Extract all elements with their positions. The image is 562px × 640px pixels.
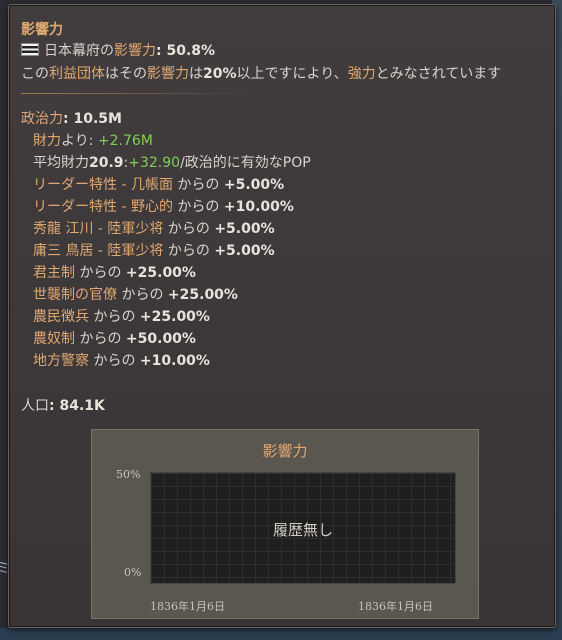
clout-value: : 10.5M bbox=[63, 111, 122, 127]
country-particle: の bbox=[100, 43, 114, 59]
modifier-name[interactable]: 秀龍 江川 - 陸軍少将 bbox=[33, 221, 163, 237]
modifier-row: 農民徴兵 からの +25.00% bbox=[33, 308, 210, 326]
note-text-e: とみなされています bbox=[375, 66, 502, 82]
no-history-text: 履歴無し bbox=[272, 521, 333, 539]
note-text-d: 以上ですにより、 bbox=[236, 66, 348, 82]
modifier-value: +5.00% bbox=[214, 221, 275, 237]
population-value: : 84.1K bbox=[49, 398, 105, 414]
modifier-value: +5.00% bbox=[214, 243, 275, 259]
x-axis-right-label: 1836年1月6日 bbox=[358, 600, 433, 613]
y-axis-bottom-label: 0% bbox=[124, 566, 142, 579]
x-axis-left-label: 1836年1月6日 bbox=[150, 600, 225, 613]
modifier-from: からの bbox=[172, 199, 224, 215]
modifier-from: からの bbox=[117, 287, 168, 303]
modifier-value: +10.00% bbox=[139, 353, 210, 369]
note-text-c: は bbox=[189, 66, 203, 82]
avg-rest: /政治的に有効なPOP bbox=[180, 155, 311, 171]
modifier-name[interactable]: リーダー特性 - 几帳面 bbox=[33, 177, 173, 193]
avg-bonus: +32.90 bbox=[128, 155, 181, 171]
modifier-row: リーダー特性 - 几帳面 からの +5.00% bbox=[33, 176, 284, 194]
influence-tooltip: 影響力 日本幕府の影響力: 50.8% この利益団体はその影響力は20%以上です… bbox=[8, 4, 556, 628]
population-line: 人口: 84.1K bbox=[21, 397, 105, 415]
modifier-from: からの bbox=[163, 221, 215, 237]
note-text-a: この bbox=[21, 66, 49, 82]
modifier-row: リーダー特性 - 野心的 からの +10.00% bbox=[33, 198, 294, 216]
modifier-value: +5.00% bbox=[223, 177, 285, 193]
modifier-name[interactable]: リーダー特性 - 野心的 bbox=[33, 199, 173, 215]
chart-plot-area: 履歴無し bbox=[150, 472, 456, 584]
modifier-row: 世襲制の官僚 からの +25.00% bbox=[33, 286, 238, 304]
country-influence-line: 日本幕府の影響力: 50.8% bbox=[21, 42, 215, 60]
modifier-value: +25.00% bbox=[139, 309, 210, 325]
influence-history-chart: 影響力 50% 0% 履歴無し 1836年1月6日 1836年1月6日 bbox=[91, 429, 479, 619]
clout-line: 政治力: 10.5M bbox=[21, 110, 122, 128]
wealth-line: 財力より: +2.76M bbox=[33, 132, 153, 150]
modifier-row: 秀龍 江川 - 陸軍少将 からの +5.00% bbox=[33, 220, 275, 238]
influence-link[interactable]: 影響力 bbox=[114, 43, 156, 59]
modifier-from: からの bbox=[89, 309, 140, 325]
modifier-row: 君主制 からの +25.00% bbox=[33, 264, 196, 282]
modifier-value: +50.00% bbox=[125, 331, 196, 347]
modifier-row: 庸三 鳥居 - 陸軍少将 からの +5.00% bbox=[33, 242, 275, 260]
modifier-row: 地方警察 からの +10.00% bbox=[33, 352, 210, 370]
modifier-value: +25.00% bbox=[125, 265, 196, 281]
map-background-bottom bbox=[0, 628, 562, 640]
section-divider bbox=[21, 93, 253, 94]
powerful-link[interactable]: 強力 bbox=[348, 66, 376, 82]
powerful-status-note: この利益団体はその影響力は20%以上ですにより、強力とみなされています bbox=[21, 65, 501, 83]
modifier-name[interactable]: 地方警察 bbox=[33, 353, 89, 369]
influence-percentage: : 50.8% bbox=[156, 43, 216, 59]
influence-link-2[interactable]: 影響力 bbox=[147, 66, 189, 82]
threshold-value: 20% bbox=[203, 66, 237, 82]
interest-group-link[interactable]: 利益団体 bbox=[49, 66, 105, 82]
modifier-value: +10.00% bbox=[223, 199, 294, 215]
modifier-from: からの bbox=[75, 331, 126, 347]
modifier-from: からの bbox=[172, 177, 224, 193]
modifier-name[interactable]: 農奴制 bbox=[33, 331, 75, 347]
country-name: 日本幕府 bbox=[44, 43, 100, 59]
modifier-from: からの bbox=[89, 353, 140, 369]
clout-label[interactable]: 政治力 bbox=[21, 111, 63, 127]
wealth-mid: より: bbox=[61, 133, 98, 149]
modifier-name[interactable]: 君主制 bbox=[33, 265, 75, 281]
modifier-name[interactable]: 庸三 鳥居 - 陸軍少将 bbox=[33, 243, 163, 259]
modifier-name[interactable]: 農民徴兵 bbox=[33, 309, 89, 325]
modifier-row: 農奴制 からの +50.00% bbox=[33, 330, 196, 348]
avg-label: 平均財力 bbox=[33, 155, 89, 171]
y-axis-top-label: 50% bbox=[116, 468, 141, 481]
tooltip-title: 影響力 bbox=[21, 22, 63, 38]
modifier-value: +25.00% bbox=[167, 287, 238, 303]
wealth-link[interactable]: 財力 bbox=[33, 133, 61, 149]
modifier-name[interactable]: 世襲制の官僚 bbox=[33, 287, 117, 303]
modifier-from: からの bbox=[75, 265, 126, 281]
modifier-from: からの bbox=[163, 243, 215, 259]
population-label: 人口 bbox=[21, 398, 49, 414]
wealth-value: +2.76M bbox=[97, 133, 153, 149]
japan-flag-icon bbox=[21, 43, 39, 56]
note-text-b: はその bbox=[105, 66, 147, 82]
avg-value: 20.9 bbox=[89, 155, 124, 171]
chart-title: 影響力 bbox=[262, 442, 308, 460]
average-wealth-line: 平均財力20.9:+32.90/政治的に有効なPOP bbox=[33, 154, 311, 172]
